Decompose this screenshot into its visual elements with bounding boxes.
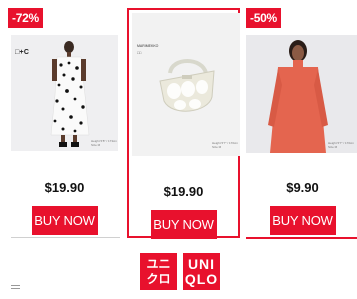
product-price: $9.90: [286, 180, 319, 195]
buy-now-button[interactable]: BUY NOW: [31, 206, 98, 235]
model-size-caption: Height 5'7" / 170cm Size M: [212, 141, 238, 149]
uniqlo-logo-katakana[interactable]: ユニ クロ: [140, 253, 177, 290]
bag-illustration: [132, 13, 240, 156]
logo-katakana-line-2: クロ: [146, 271, 171, 286]
model-sweater-illustration: [246, 35, 357, 153]
product-image-bag[interactable]: MARIMEKKO □□ Height 5'7" / 170cm Size M: [132, 13, 240, 156]
product-card-1[interactable]: □+C Height 5'8" / 173cm Size M -72% $19.…: [8, 8, 121, 238]
ad-banner[interactable]: □+C Height 5'8" / 173cm Size M -72% $19.…: [0, 0, 357, 299]
uniqlo-logo-latin[interactable]: UNI QLO: [183, 253, 220, 290]
brand-small-label: MARIMEKKO: [137, 44, 159, 48]
product-card-3[interactable]: Height 5'7" / 170cm Size M -50% $9.90 BU…: [246, 8, 357, 239]
brand-tag: □+C: [15, 49, 30, 56]
product-price: $19.90: [163, 184, 204, 199]
discount-badge: -72%: [8, 8, 43, 28]
product-card-2[interactable]: MARIMEKKO □□ Height 5'7" / 170cm Size M …: [127, 8, 240, 239]
card-divider: [11, 237, 120, 238]
buy-now-button[interactable]: BUY NOW: [150, 210, 217, 239]
model-size-caption: Height 5'7" / 170cm Size M: [328, 141, 354, 149]
logo-latin-line-2: QLO: [184, 270, 219, 287]
logo-katakana-line-1: ユニ: [146, 256, 171, 271]
model-size-caption: Height 5'8" / 173cm Size M: [91, 139, 117, 147]
discount-badge: -50%: [246, 8, 281, 28]
card-active-indicator: [246, 237, 357, 239]
buy-now-button[interactable]: BUY NOW: [269, 206, 336, 235]
product-image-sweater[interactable]: Height 5'7" / 170cm Size M: [246, 35, 357, 153]
brand-small-label-2: □□: [137, 51, 142, 55]
product-price: $19.90: [44, 180, 85, 195]
logo-latin-line-1: UNI: [187, 255, 216, 272]
product-image-dress[interactable]: □+C Height 5'8" / 173cm Size M: [11, 35, 118, 151]
menu-icon[interactable]: [11, 285, 20, 291]
